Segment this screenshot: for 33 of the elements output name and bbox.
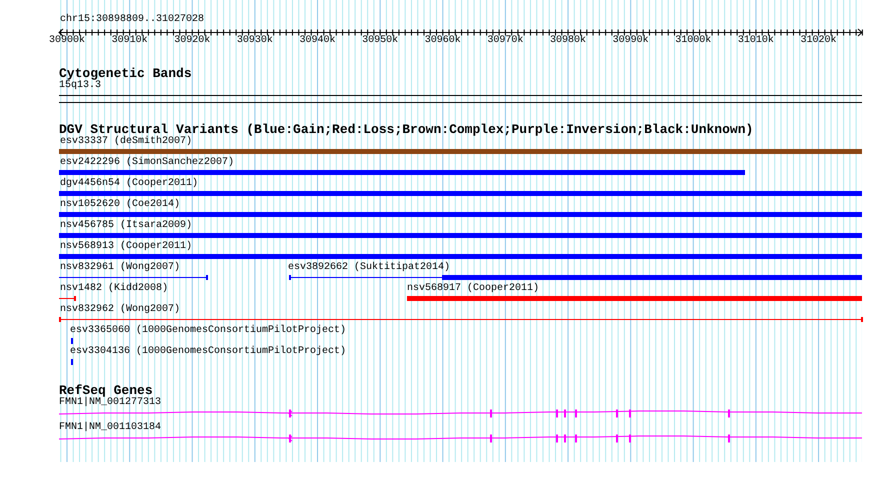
variant-label: esv3892662 (Suktitipat2014) xyxy=(288,262,450,274)
scale-label: 30940k xyxy=(300,35,336,47)
track-title: DGV Structural Variants (Blue:Gain;Red:Loss;Brown:Complex;Purple:Inversion;Black:Unknown) xyxy=(59,124,754,136)
position-label: chr15:30898809..31027028 xyxy=(60,14,204,26)
variant-label: nsv456785 (Itsara2009) xyxy=(60,220,192,232)
scale-label: 30950k xyxy=(362,35,398,47)
track-title: RefSeq Genes xyxy=(59,385,153,397)
gene-label: FMN1|NM_001277313 xyxy=(59,397,162,409)
gene-label: FMN1|NM_001103184 xyxy=(59,422,162,434)
band-label: 15q13.3 xyxy=(59,80,102,92)
scale-label: 30920k xyxy=(174,35,210,47)
scale-label: 31010k xyxy=(738,35,774,47)
scale-label: 31000k xyxy=(675,35,712,47)
scale-label: 30900k xyxy=(49,35,85,47)
scale-label: 31020k xyxy=(800,35,837,47)
scale-label: 30980k xyxy=(550,35,586,47)
variant-label: nsv1482 (Kidd2008) xyxy=(60,283,168,295)
variant-label: esv2422296 (SimonSanchez2007) xyxy=(60,157,234,169)
variant-label: dgv4456n54 (Cooper2011) xyxy=(60,178,198,190)
scale-label: 30910k xyxy=(112,35,148,47)
variant-label: nsv832962 (Wong2007) xyxy=(60,304,180,316)
scale-label: 30990k xyxy=(612,35,649,47)
scale-label: 30960k xyxy=(424,35,461,47)
variant-label: nsv568913 (Cooper2011) xyxy=(60,241,192,253)
variant-label: nsv568917 (Cooper2011) xyxy=(407,283,540,295)
variant-label: esv3304136 (1000GenomesConsortiumPilotProject) xyxy=(70,346,346,358)
variant-label: esv3365060 (1000GenomesConsortiumPilotProject) xyxy=(70,325,346,337)
variant-label: nsv1052620 (Coe2014) xyxy=(60,199,180,211)
scale-label: 30970k xyxy=(487,35,524,47)
scale-label: 30930k xyxy=(236,35,273,47)
variant-label: nsv832961 (Wong2007) xyxy=(60,262,180,274)
variant-label: esv33337 (deSmith2007) xyxy=(60,136,192,148)
track-title: Cytogenetic Bands xyxy=(59,68,193,80)
